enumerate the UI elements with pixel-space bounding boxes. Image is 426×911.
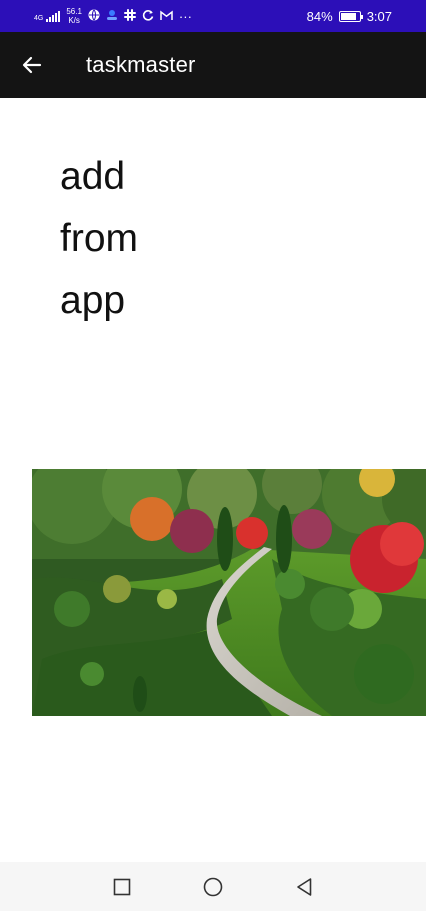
signal-bars-icon xyxy=(46,10,61,22)
home-button[interactable] xyxy=(195,869,231,905)
content-line: app xyxy=(60,279,126,322)
content-line: from xyxy=(60,217,138,260)
system-back-button[interactable] xyxy=(286,869,322,905)
content-text: add from app xyxy=(60,146,138,332)
battery-percent: 84% xyxy=(306,8,333,24)
battery-level-fill xyxy=(340,12,356,20)
network-type: 4G xyxy=(34,14,44,22)
clock: 3:07 xyxy=(366,8,392,24)
circle-icon xyxy=(203,877,223,896)
battery-icon xyxy=(338,10,363,22)
arrow-left-icon xyxy=(22,56,42,74)
square-icon xyxy=(113,878,131,895)
sync-icon xyxy=(142,9,154,23)
status-bar: 4G 56.1 K/s ··· 84% 3:07 xyxy=(0,0,426,32)
network-speed: 56.1 K/s xyxy=(66,7,82,25)
navigation-bar xyxy=(0,862,426,911)
recent-apps-button[interactable] xyxy=(104,869,140,905)
slack-icon xyxy=(123,9,136,23)
status-left: 4G 56.1 K/s ··· xyxy=(34,7,192,25)
speed-unit: K/s xyxy=(68,16,80,25)
content-line: add xyxy=(60,155,126,198)
screen: 4G 56.1 K/s ··· 84% 3:07 taskmaster add … xyxy=(0,0,426,911)
signal-indicator: 4G xyxy=(34,10,61,22)
status-right: 84% 3:07 xyxy=(307,9,392,24)
triangle-back-icon xyxy=(297,877,312,896)
more-notifications-icon: ··· xyxy=(178,8,192,24)
gmail-icon xyxy=(160,9,173,23)
speed-value: 56.1 xyxy=(66,7,82,16)
app-bar: taskmaster xyxy=(0,32,426,98)
globe-icon xyxy=(88,9,100,23)
back-button[interactable] xyxy=(0,32,64,98)
profile-icon xyxy=(106,9,118,23)
garden-photo xyxy=(32,469,426,716)
app-title: taskmaster xyxy=(86,52,196,77)
